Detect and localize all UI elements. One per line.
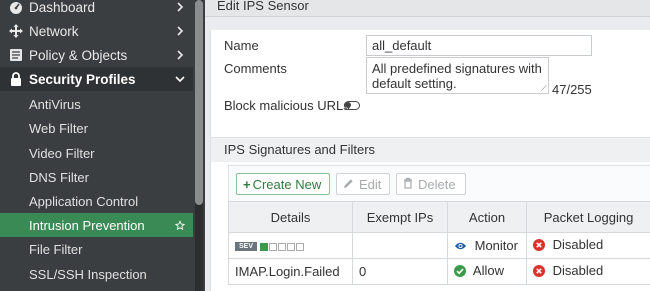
comments-label: Comments xyxy=(224,61,287,76)
comments-field[interactable]: All predefined signatures with default s… xyxy=(366,57,549,94)
disabled-icon xyxy=(533,265,545,280)
chevron-down-icon xyxy=(175,75,185,83)
sidebar-item-dns-filter[interactable]: DNS Filter xyxy=(0,165,193,189)
column-header-details[interactable]: Details xyxy=(228,201,353,233)
action-cell: Allow xyxy=(447,258,527,285)
severity-level-box xyxy=(296,242,305,251)
action-text: Monitor xyxy=(474,237,518,253)
packet-logging-cell: Disabled xyxy=(526,232,650,259)
check-circle-icon xyxy=(454,265,466,280)
exempt-ips-cell: 0 xyxy=(352,258,448,285)
nav-dashboard[interactable]: Dashboard xyxy=(0,0,193,19)
details-text: IMAP.Login.Failed xyxy=(235,264,340,279)
nav-network[interactable]: Network xyxy=(0,19,193,43)
lock-icon xyxy=(9,72,23,86)
page-header: Edit IPS Sensor xyxy=(205,0,650,17)
sidebar-item-label: DNS Filter xyxy=(29,169,89,185)
logging-text: Disabled xyxy=(552,263,604,278)
disabled-icon xyxy=(533,239,545,254)
eye-icon xyxy=(454,239,467,254)
sidebar-item-label: Video Filter xyxy=(29,145,95,161)
comments-count: 47/255 xyxy=(552,82,592,97)
filters-toolbar: + Create New Edit Delete xyxy=(228,165,650,202)
severity-level-box xyxy=(269,242,278,251)
delete-label: Delete xyxy=(418,176,456,192)
sidebar-item-file-filter[interactable]: File Filter xyxy=(0,237,193,261)
severity-level-box xyxy=(287,242,296,251)
sidebar-item-antivirus[interactable]: AntiVirus xyxy=(0,92,193,116)
section-title: IPS Signatures and Filters xyxy=(224,142,376,157)
star-icon[interactable] xyxy=(175,219,185,232)
sidebar-item-label: AntiVirus xyxy=(29,96,81,112)
dashboard-icon xyxy=(9,0,23,14)
table-row[interactable]: SEV Monitor Disabled xyxy=(228,232,650,259)
packet-logging-cell: Disabled xyxy=(526,258,650,285)
policy-icon xyxy=(9,48,23,62)
edit-button[interactable]: Edit xyxy=(336,173,390,195)
comments-value: All predefined signatures with default s… xyxy=(372,61,542,91)
column-header-packet-logging[interactable]: Packet Logging xyxy=(526,201,650,233)
action-cell: Monitor xyxy=(447,232,527,259)
sidebar-item-label: Web Filter xyxy=(29,120,88,136)
plus-icon: + xyxy=(243,176,251,192)
sidebar-item-video-filter[interactable]: Video Filter xyxy=(0,141,193,165)
name-label: Name xyxy=(224,38,259,53)
action-text: Allow xyxy=(472,263,504,278)
trash-icon xyxy=(403,177,413,192)
nav-network-label: Network xyxy=(29,23,79,39)
sidebar-item-label: Application Control xyxy=(29,193,139,209)
edit-ips-sensor-panel: Name all_default Comments All predefined… xyxy=(210,30,650,291)
sidebar-item-label: Intrusion Prevention xyxy=(29,217,145,233)
sidebar-scroll-thumb[interactable] xyxy=(195,0,203,205)
severity-badge: SEV xyxy=(235,242,258,252)
create-new-label: Create New xyxy=(252,176,322,192)
create-new-button[interactable]: + Create New xyxy=(236,173,330,195)
resize-handle-icon[interactable]: ⟋ xyxy=(541,84,547,94)
details-cell: SEV xyxy=(228,232,353,259)
table-header-row: Details Exempt IPs Action Packet Logging xyxy=(228,201,650,233)
sidebar-item-intrusion-prevention[interactable]: Intrusion Prevention xyxy=(0,213,193,237)
block-malicious-urls-toggle[interactable] xyxy=(344,101,360,110)
exempt-ips-cell xyxy=(352,232,448,259)
sidebar-item-ssl-ssh-inspection[interactable]: SSL/SSH Inspection xyxy=(0,262,193,286)
toggle-knob xyxy=(345,102,351,108)
edit-label: Edit xyxy=(359,176,382,192)
severity-level-box xyxy=(260,242,269,251)
name-value: all_default xyxy=(372,38,432,53)
block-malicious-urls-label: Block malicious URLs xyxy=(224,98,350,113)
nav-security-profiles-label: Security Profiles xyxy=(29,71,136,87)
severity-level-box xyxy=(278,242,287,251)
section-header: IPS Signatures and Filters xyxy=(211,137,650,162)
sidebar: Dashboard Network Policy & Objects Secur… xyxy=(0,0,205,291)
chevron-right-icon xyxy=(175,50,185,60)
sidebar-item-label: SSL/SSH Inspection xyxy=(29,266,147,282)
chevron-right-icon xyxy=(175,2,185,12)
nav-dashboard-label: Dashboard xyxy=(29,0,96,15)
column-header-action[interactable]: Action xyxy=(447,201,527,233)
nav-security-profiles[interactable]: Security Profiles xyxy=(0,67,193,91)
table-row[interactable]: IMAP.Login.Failed 0 Allow Disabled xyxy=(228,258,650,285)
filters-table: Details Exempt IPs Action Packet Logging… xyxy=(228,201,650,285)
sidebar-item-web-filter[interactable]: Web Filter xyxy=(0,116,193,140)
nav-policy-label: Policy & Objects xyxy=(29,47,128,63)
column-header-exempt-ips[interactable]: Exempt IPs xyxy=(352,201,448,233)
delete-button[interactable]: Delete xyxy=(396,173,466,195)
nav-policy-objects[interactable]: Policy & Objects xyxy=(0,43,193,67)
chevron-right-icon xyxy=(175,26,185,36)
network-icon xyxy=(9,24,23,38)
pencil-icon xyxy=(343,177,354,192)
details-cell: IMAP.Login.Failed xyxy=(228,258,353,285)
page-title: Edit IPS Sensor xyxy=(217,0,309,13)
logging-text: Disabled xyxy=(552,237,604,252)
sidebar-item-application-control[interactable]: Application Control xyxy=(0,189,193,213)
sidebar-item-label: File Filter xyxy=(29,241,83,257)
name-field[interactable]: all_default xyxy=(366,35,592,56)
